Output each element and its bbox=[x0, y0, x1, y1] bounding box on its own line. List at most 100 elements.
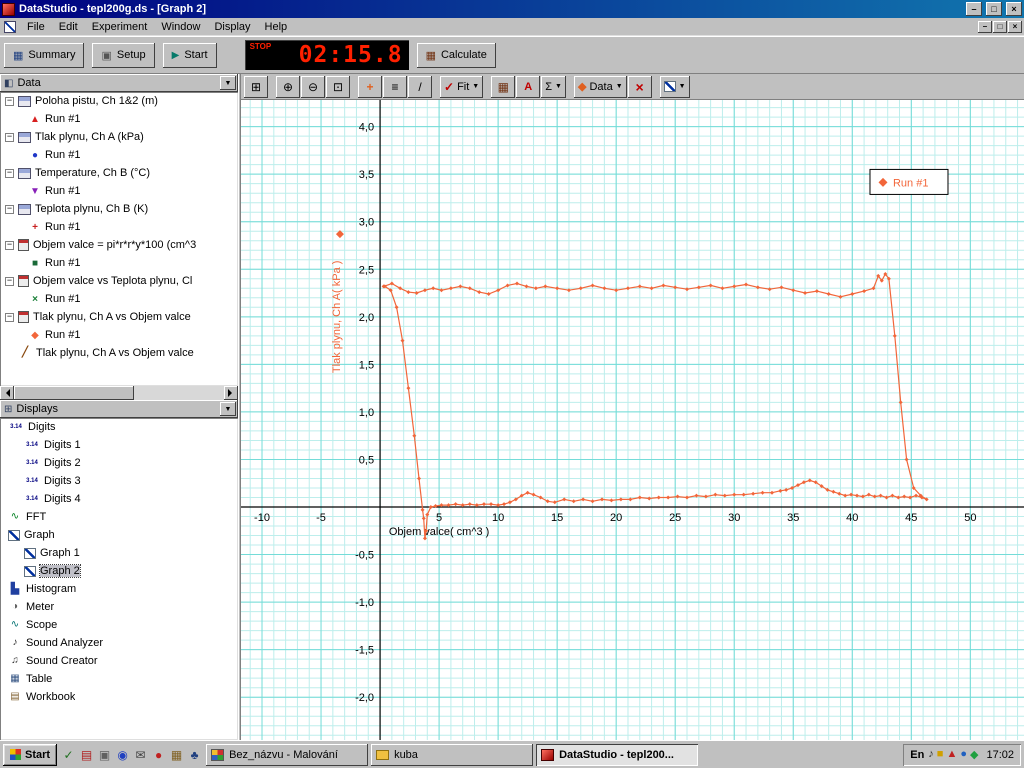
run-tree-item[interactable]: × Run #1 bbox=[0, 290, 238, 308]
display-item-label: Graph 2 bbox=[39, 564, 81, 578]
collapse-icon[interactable] bbox=[5, 132, 14, 142]
display-item-table[interactable]: ▦ Table bbox=[0, 670, 238, 688]
minimize-button[interactable]: – bbox=[966, 2, 982, 16]
run-tree-item[interactable]: ▼ Run #1 bbox=[0, 182, 238, 200]
data-panel-menu-button[interactable]: ▼ bbox=[220, 76, 236, 90]
display-item-graph[interactable]: Graph bbox=[0, 526, 238, 544]
child-window-icon[interactable] bbox=[4, 20, 16, 33]
tray-icon[interactable]: ♪ bbox=[928, 748, 934, 761]
smart-tool-button[interactable]: + bbox=[358, 75, 382, 98]
scroll-left-button[interactable] bbox=[0, 386, 14, 400]
quicklaunch-icon[interactable]: ▣ bbox=[96, 746, 113, 764]
menu-edit[interactable]: Edit bbox=[52, 19, 85, 35]
setup-icon: ▣ bbox=[101, 49, 112, 62]
quicklaunch-icon[interactable]: ● bbox=[150, 746, 167, 764]
task-window-button[interactable]: Bez_názvu - Malování bbox=[206, 743, 369, 766]
calculate-button[interactable]: ▦ Calculate bbox=[416, 42, 496, 68]
display-item-meter[interactable]: ◑ Meter bbox=[0, 598, 238, 616]
graph-settings-button[interactable]: ▼ bbox=[659, 75, 690, 98]
child-minimize-button[interactable]: – bbox=[978, 20, 992, 33]
display-item-digits-4[interactable]: 3.14 Digits 4 bbox=[0, 490, 238, 508]
summary-button[interactable]: ▦ Summary bbox=[4, 42, 85, 68]
collapse-icon[interactable] bbox=[5, 312, 14, 322]
run-tree-item[interactable]: + Run #1 bbox=[0, 218, 238, 236]
display-item-digits-3[interactable]: 3.14 Digits 3 bbox=[0, 472, 238, 490]
menu-experiment[interactable]: Experiment bbox=[85, 19, 155, 35]
quicklaunch-icon[interactable]: ◉ bbox=[114, 746, 131, 764]
zoom-out-button[interactable]: ⊖ bbox=[301, 75, 325, 98]
data-menu-button[interactable]: ◆ Data ▼ bbox=[573, 75, 627, 98]
scroll-track[interactable] bbox=[134, 386, 224, 400]
run-tree-item[interactable]: ■ Run #1 bbox=[0, 254, 238, 272]
quicklaunch-icon[interactable]: ✓ bbox=[60, 746, 77, 764]
tray-icon[interactable]: ■ bbox=[937, 748, 944, 761]
child-close-button[interactable]: × bbox=[1008, 20, 1022, 33]
display-item-workbook[interactable]: ▤ Workbook bbox=[0, 688, 238, 706]
display-item-digits[interactable]: 3.14 Digits bbox=[0, 418, 238, 436]
data-tree-item[interactable]: ╱ Tlak plynu, Ch A vs Objem valce bbox=[0, 344, 238, 362]
menu-help[interactable]: Help bbox=[258, 19, 295, 35]
collapse-icon[interactable] bbox=[5, 204, 14, 214]
display-item-sound-analyzer[interactable]: ♪ Sound Analyzer bbox=[0, 634, 238, 652]
data-tree-item[interactable]: Tlak plynu, Ch A vs Objem valce bbox=[0, 308, 238, 326]
note-tool-button[interactable]: ≡ bbox=[383, 75, 407, 98]
plot-area[interactable]: -10 -5 5 10 15 20 25 30 35 40 45 50 4,0 3,5 3,0 2,5 2,0 1… bbox=[241, 100, 1024, 740]
menu-file[interactable]: File bbox=[20, 19, 52, 35]
data-tree-item[interactable]: Temperature, Ch B (°C) bbox=[0, 164, 238, 182]
menu-display[interactable]: Display bbox=[207, 19, 257, 35]
tray-icon[interactable]: ◆ bbox=[970, 748, 978, 761]
fit-menu-button[interactable]: ✓ Fit ▼ bbox=[440, 75, 484, 98]
tray-icon[interactable]: ▲ bbox=[946, 748, 957, 761]
start-button[interactable]: ▶ Start bbox=[162, 42, 217, 68]
scale-to-fit-button[interactable]: ⊞ bbox=[244, 75, 268, 98]
data-tree-item[interactable]: Teplota plynu, Ch B (K) bbox=[0, 200, 238, 218]
text-tool-button[interactable]: A bbox=[516, 75, 541, 98]
restore-button[interactable]: □ bbox=[986, 2, 1002, 16]
data-tree-item[interactable]: Objem valce = pi*r*r*y*100 (cm^3 bbox=[0, 236, 238, 254]
digits-icon: 3.14 bbox=[26, 460, 38, 466]
data-tree-item[interactable]: Tlak plynu, Ch A (kPa) bbox=[0, 128, 238, 146]
data-tree-hscrollbar[interactable] bbox=[0, 386, 238, 400]
zoom-select-button[interactable]: ⊡ bbox=[326, 75, 350, 98]
display-item-digits-1[interactable]: 3.14 Digits 1 bbox=[0, 436, 238, 454]
data-tree-item[interactable]: Objem valce vs Teplota plynu, Cl bbox=[0, 272, 238, 290]
display-item-scope[interactable]: ∿ Scope bbox=[0, 616, 238, 634]
display-item-fft[interactable]: ∿ FFT bbox=[0, 508, 238, 526]
zoom-in-button[interactable]: ⊕ bbox=[276, 75, 300, 98]
start-menu-button[interactable]: Start bbox=[3, 743, 58, 766]
data-tree-item[interactable]: Poloha pistu, Ch 1&2 (m) bbox=[0, 92, 238, 110]
run-tree-item[interactable]: ◆ Run #1 bbox=[0, 326, 238, 344]
setup-button[interactable]: ▣ Setup bbox=[92, 42, 155, 68]
quicklaunch-icon[interactable]: ▤ bbox=[78, 746, 95, 764]
display-item-graph-2[interactable]: Graph 2 bbox=[0, 562, 238, 580]
task-window-button[interactable]: DataStudio - tepl200... bbox=[536, 743, 699, 766]
calculator-icon bbox=[18, 275, 29, 287]
collapse-icon[interactable] bbox=[5, 168, 14, 178]
display-item-digits-2[interactable]: 3.14 Digits 2 bbox=[0, 454, 238, 472]
tray-icon[interactable]: ● bbox=[960, 748, 967, 761]
quicklaunch-icon[interactable]: ♣ bbox=[186, 746, 203, 764]
child-restore-button[interactable]: □ bbox=[993, 20, 1007, 33]
scroll-right-button[interactable] bbox=[224, 386, 238, 400]
close-button[interactable]: × bbox=[1006, 2, 1022, 16]
quicklaunch-icon[interactable]: ▦ bbox=[168, 746, 185, 764]
run-tree-item[interactable]: ● Run #1 bbox=[0, 146, 238, 164]
slope-tool-button[interactable]: / bbox=[408, 75, 432, 98]
remove-data-button[interactable]: × bbox=[627, 75, 652, 98]
collapse-icon[interactable] bbox=[5, 96, 14, 106]
menu-window[interactable]: Window bbox=[154, 19, 207, 35]
display-item-label: Meter bbox=[26, 601, 55, 613]
display-item-histogram[interactable]: ▙ Histogram bbox=[0, 580, 238, 598]
calculator-tool-button[interactable]: ▦ bbox=[491, 75, 516, 98]
collapse-icon[interactable] bbox=[5, 240, 14, 250]
task-window-button[interactable]: kuba bbox=[371, 743, 534, 766]
statistics-menu-button[interactable]: Σ ▼ bbox=[541, 75, 566, 98]
run-tree-item[interactable]: ▲ Run #1 bbox=[0, 110, 238, 128]
language-indicator[interactable]: En bbox=[910, 749, 924, 761]
collapse-icon[interactable] bbox=[5, 276, 14, 286]
displays-panel-menu-button[interactable]: ▼ bbox=[220, 402, 236, 416]
display-item-graph-1[interactable]: Graph 1 bbox=[0, 544, 238, 562]
quicklaunch-icon[interactable]: ✉ bbox=[132, 746, 149, 764]
display-item-sound-creator[interactable]: ♫ Sound Creator bbox=[0, 652, 238, 670]
scroll-thumb[interactable] bbox=[14, 386, 134, 400]
